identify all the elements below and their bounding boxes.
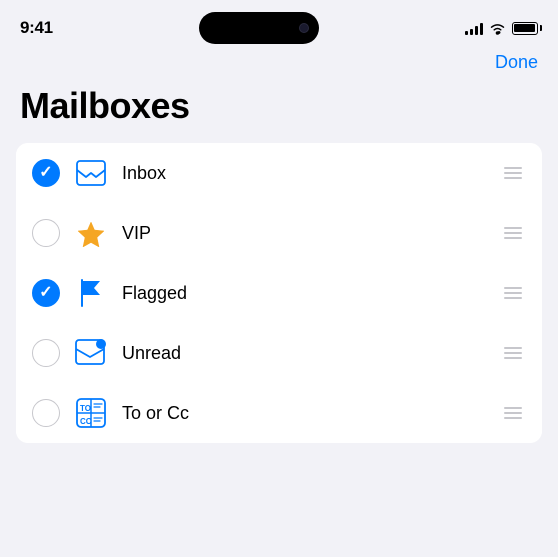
inbox-icon [74, 156, 108, 190]
checkbox-tocc[interactable] [32, 399, 60, 427]
camera-indicator [299, 23, 309, 33]
page-title: Mailboxes [0, 81, 558, 143]
battery-icon [512, 22, 538, 35]
mailbox-list: Inbox VIP Flagged [16, 143, 542, 443]
checkbox-vip[interactable] [32, 219, 60, 247]
unread-label: Unread [122, 343, 500, 364]
drag-handle-flagged [500, 283, 526, 303]
flagged-label: Flagged [122, 283, 500, 304]
status-icons [465, 21, 538, 35]
unread-icon [74, 336, 108, 370]
svg-text:CC: CC [80, 417, 92, 426]
status-bar: 9:41 [0, 0, 558, 48]
checkbox-unread[interactable] [32, 339, 60, 367]
status-time: 9:41 [20, 18, 53, 38]
svg-text:TO: TO [80, 404, 91, 413]
list-item[interactable]: VIP [16, 203, 542, 263]
checkbox-inbox[interactable] [32, 159, 60, 187]
list-item[interactable]: Unread [16, 323, 542, 383]
list-item[interactable]: TO CC To or Cc [16, 383, 542, 443]
flagged-icon [74, 276, 108, 310]
tocc-icon: TO CC [74, 396, 108, 430]
tocc-label: To or Cc [122, 403, 500, 424]
battery-fill [514, 24, 535, 32]
list-item[interactable]: Flagged [16, 263, 542, 323]
drag-handle-inbox [500, 163, 526, 183]
wifi-icon [489, 21, 506, 35]
drag-handle-vip [500, 223, 526, 243]
drag-handle-unread [500, 343, 526, 363]
signal-icon [465, 21, 483, 35]
inbox-label: Inbox [122, 163, 500, 184]
drag-handle-tocc [500, 403, 526, 423]
vip-label: VIP [122, 223, 500, 244]
checkbox-flagged[interactable] [32, 279, 60, 307]
list-item[interactable]: Inbox [16, 143, 542, 203]
done-button[interactable]: Done [495, 52, 538, 73]
vip-icon [74, 216, 108, 250]
nav-bar: Done [0, 48, 558, 81]
dynamic-island [199, 12, 319, 44]
